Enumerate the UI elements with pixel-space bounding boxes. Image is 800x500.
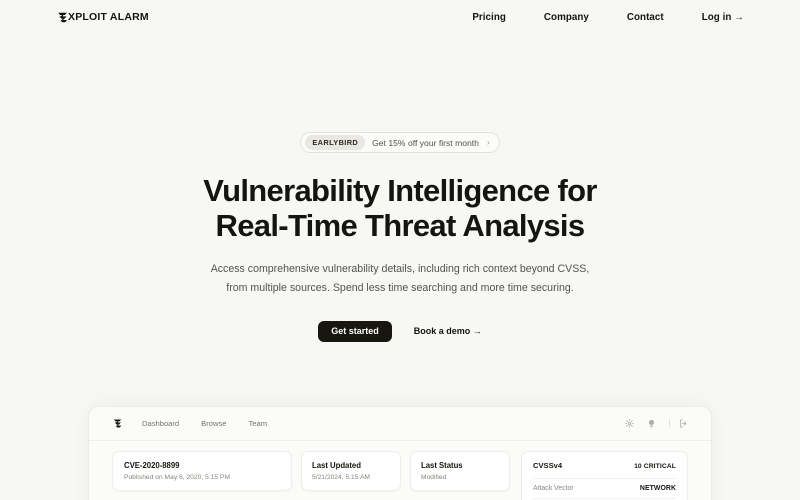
cvss-metric-attack-vector: Attack Vector NETWORK bbox=[533, 479, 676, 499]
sign-out-icon[interactable] bbox=[679, 419, 688, 428]
cvss-version-label: CVSSv4 bbox=[533, 461, 563, 470]
last-status-label: Last Status bbox=[421, 461, 463, 470]
attack-vector-label: Attack Vector bbox=[533, 485, 574, 492]
hero-section: EARLYBIRD Get 15% off your first month ›… bbox=[0, 0, 800, 342]
earlybird-promo-badge[interactable]: EARLYBIRD Get 15% off your first month › bbox=[300, 132, 500, 153]
toolbar-divider bbox=[669, 419, 670, 428]
app-nav-tools bbox=[625, 419, 688, 428]
last-updated-value: 5/21/2024, 5:15 AM bbox=[312, 474, 371, 481]
lightbulb-icon[interactable] bbox=[647, 419, 656, 428]
app-summary-card-row: CVE-2020-8899 Published on May 6, 2020, … bbox=[112, 451, 512, 491]
app-nav-item-dashboard[interactable]: Dashboard bbox=[142, 419, 179, 428]
app-nav-item-team[interactable]: Team bbox=[248, 419, 267, 428]
promo-text: Get 15% off your first month bbox=[372, 137, 479, 148]
app-nav-item-browse[interactable]: Browse bbox=[201, 419, 226, 428]
cve-published-date: Published on May 6, 2020, 5:15 PM bbox=[124, 474, 230, 481]
promo-tag-label: EARLYBIRD bbox=[305, 135, 366, 150]
hero-headline: Vulnerability Intelligence for Real-Time… bbox=[203, 173, 597, 243]
cvss-header: CVSSv4 10 CRITICAL bbox=[533, 461, 676, 479]
get-started-button[interactable]: Get started bbox=[318, 320, 392, 342]
cve-id: CVE-2020-8899 bbox=[124, 461, 180, 470]
last-updated-card[interactable]: Last Updated 5/21/2024, 5:15 AM bbox=[301, 451, 401, 491]
book-a-demo-link[interactable]: Book a demo → bbox=[414, 326, 482, 336]
last-updated-label: Last Updated bbox=[312, 461, 361, 470]
app-lightning-e-logo-icon[interactable] bbox=[112, 418, 123, 429]
hero-cta-row: Get started Book a demo → bbox=[318, 320, 482, 342]
app-nav-bar: Dashboard Browse Team bbox=[89, 407, 711, 441]
last-status-value: Modified bbox=[421, 474, 447, 481]
gear-icon[interactable] bbox=[625, 419, 634, 428]
chevron-right-icon: › bbox=[486, 137, 490, 147]
cvss-score-badge: 10 CRITICAL bbox=[634, 463, 676, 470]
cve-summary-card[interactable]: CVE-2020-8899 Published on May 6, 2020, … bbox=[112, 451, 292, 491]
hero-subheadline: Access comprehensive vulnerability detai… bbox=[210, 263, 590, 294]
app-left-column: CVE-2020-8899 Published on May 6, 2020, … bbox=[112, 451, 512, 500]
app-nav-links: Dashboard Browse Team bbox=[142, 419, 267, 428]
cvss-panel: CVSSv4 10 CRITICAL Attack Vector NETWORK… bbox=[521, 451, 688, 500]
landing-page: XPLOIT ALARM Pricing Company Contact Log… bbox=[0, 0, 800, 500]
attack-vector-value: NETWORK bbox=[639, 485, 676, 492]
last-status-card[interactable]: Last Status Modified bbox=[410, 451, 510, 491]
app-body: CVE-2020-8899 Published on May 6, 2020, … bbox=[89, 441, 711, 500]
app-preview-mockup: Dashboard Browse Team CVE-2020-8899 Publ… bbox=[88, 406, 712, 500]
